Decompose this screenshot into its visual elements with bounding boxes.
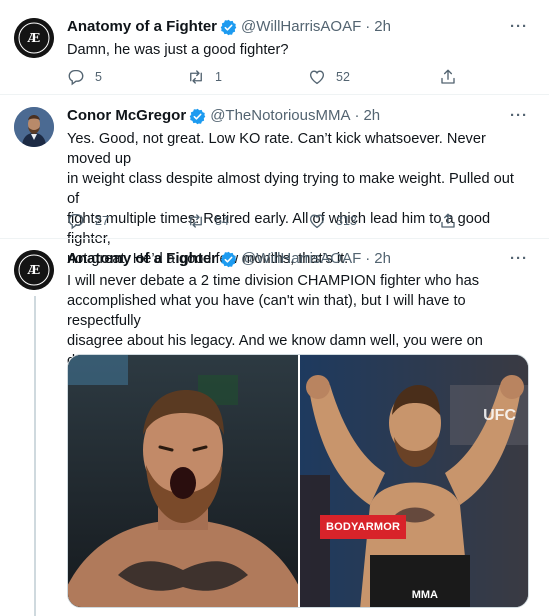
profile-photo-icon [14, 107, 54, 147]
separator-dot: · [354, 107, 360, 124]
tweet[interactable]: Conor McGregor @TheNotoriousMMA · 2h ···… [0, 95, 549, 267]
separator-dot: · [365, 18, 371, 35]
verified-badge-icon [220, 19, 237, 35]
reply-icon [68, 69, 84, 86]
retweet-icon [190, 70, 202, 84]
share-button[interactable] [439, 212, 457, 230]
like-count: 52 [336, 70, 350, 84]
reply-button[interactable]: 5 [67, 68, 102, 86]
svg-text:Æ: Æ [27, 263, 40, 277]
sponsor-banner: BODYARMOR [320, 515, 407, 539]
tweet[interactable]: Æ Anatomy of a Fighter @WillHarrisAOAF ·… [0, 0, 549, 95]
heart-icon [309, 214, 325, 229]
aoaf-logo-icon: Æ [14, 18, 54, 58]
tweet-header: Anatomy of a Fighter @WillHarrisAOAF · 2… [67, 249, 391, 269]
verified-badge-icon [220, 251, 237, 267]
timestamp[interactable]: 2h [374, 249, 391, 269]
reply-icon [68, 213, 84, 230]
share-icon [441, 69, 455, 84]
author-handle[interactable]: @WillHarrisAOAF [241, 17, 361, 37]
retweet-icon [190, 214, 202, 228]
author-handle[interactable]: @WillHarrisAOAF [241, 249, 361, 269]
more-options-icon[interactable]: ··· [510, 251, 528, 272]
like-button[interactable]: 52 [308, 68, 350, 86]
author-name[interactable]: Conor McGregor [67, 106, 186, 126]
photo-left[interactable] [68, 355, 298, 607]
heart-icon [309, 70, 325, 85]
timestamp[interactable]: 2h [363, 106, 380, 126]
fighter-flexing-image [300, 355, 528, 607]
media-attachment[interactable]: BODYARMOR UFC MMA [67, 354, 529, 608]
avatar[interactable]: Æ [14, 250, 54, 290]
retweet-button[interactable]: 1 [187, 68, 222, 86]
author-handle[interactable]: @TheNotoriousMMA [210, 106, 350, 126]
svg-text:Æ: Æ [27, 31, 40, 45]
fighter-closeup-image [68, 355, 298, 607]
reply-count: 5 [95, 70, 102, 84]
separator-dot: · [365, 250, 371, 267]
more-options-icon[interactable]: ··· [510, 19, 528, 40]
event-logo: UFC [483, 407, 516, 424]
timestamp[interactable]: 2h [374, 17, 391, 37]
retweet-count: 1 [215, 70, 222, 84]
tweet-text: Damn, he was just a good fighter? [67, 42, 289, 58]
like-button[interactable]: 313 [308, 212, 357, 230]
share-button[interactable] [439, 68, 457, 86]
retweet-button[interactable]: 54 [187, 212, 229, 230]
tweet-header: Conor McGregor @TheNotoriousMMA · 2h [67, 106, 380, 126]
like-count: 313 [336, 214, 357, 228]
more-options-icon[interactable]: ··· [510, 108, 528, 129]
author-name[interactable]: Anatomy of a Fighter [67, 17, 217, 37]
reply-button[interactable]: 27 [67, 212, 109, 230]
tweet-header: Anatomy of a Fighter @WillHarrisAOAF · 2… [67, 17, 391, 37]
author-name[interactable]: Anatomy of a Fighter [67, 249, 217, 269]
avatar[interactable]: Æ [14, 18, 54, 58]
verified-badge-icon [189, 108, 206, 124]
tweet-actions: 5 1 52 [67, 68, 467, 88]
aoaf-logo-icon: Æ [14, 250, 54, 290]
tweet-actions: 27 54 313 [67, 212, 467, 232]
share-icon [441, 213, 455, 228]
retweet-count: 54 [215, 214, 229, 228]
reply-count: 27 [95, 214, 109, 228]
avatar[interactable] [14, 107, 54, 147]
watermark: MMA [411, 589, 438, 601]
photo-right[interactable]: BODYARMOR UFC MMA [300, 355, 528, 607]
